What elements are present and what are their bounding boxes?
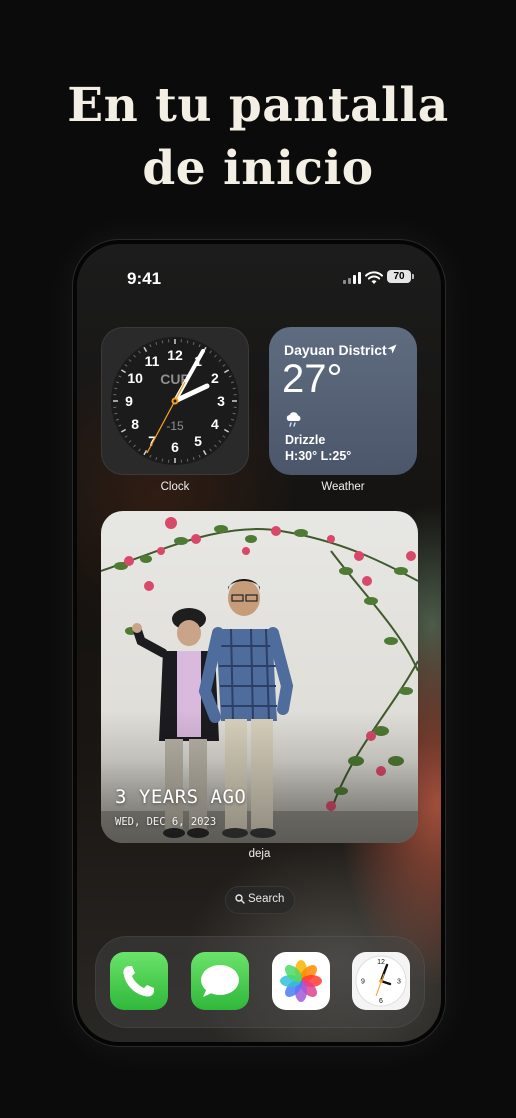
memory-photo-widget[interactable]: 3 YEARS AGO WED, DEC 6, 2023	[101, 511, 418, 843]
headline: En tu pantalla de inicio	[0, 74, 516, 200]
cellular-signal-icon	[343, 272, 361, 284]
weather-widget-label: Weather	[321, 481, 365, 493]
clock-numeral: 2	[211, 370, 219, 386]
clock-tick	[186, 458, 189, 462]
wifi-icon	[365, 271, 383, 284]
clock-numeral: 4	[211, 416, 219, 432]
headline-line-1: En tu pantalla	[67, 78, 449, 133]
clock-tick	[232, 412, 236, 415]
svg-text:9: 9	[361, 979, 365, 986]
home-screen: 9:41 70 121234567891011 CUP -15	[77, 244, 441, 1042]
clock-numeral: 9	[125, 393, 133, 409]
clock-tick	[114, 387, 118, 390]
spotlight-search-button[interactable]: Search	[225, 886, 295, 914]
svg-text:6: 6	[379, 998, 383, 1005]
phone-icon	[123, 966, 154, 997]
status-time: 9:41	[127, 269, 162, 288]
clock-numeral: 8	[131, 416, 139, 432]
svg-text:12: 12	[377, 959, 385, 966]
weather-condition: Drizzle	[285, 433, 326, 447]
search-icon	[235, 894, 245, 904]
clock-numeral: 7	[148, 433, 156, 449]
location-arrow-icon	[387, 344, 397, 354]
memory-title: 3 YEARS AGO	[115, 786, 247, 808]
weather-temperature: 27°	[282, 357, 343, 401]
dock-app-photos[interactable]	[272, 952, 330, 1010]
clock-numeral: 3	[217, 393, 225, 409]
clock-tick	[114, 412, 118, 415]
clock-tick	[161, 340, 164, 344]
drizzle-icon	[286, 412, 301, 427]
svg-text:3: 3	[397, 979, 401, 986]
clock-widget-label: Clock	[160, 481, 190, 493]
photo-widget-label: deja	[248, 848, 271, 860]
clock-numeral: 12	[167, 347, 183, 363]
clock-icon: 12 3 6 9	[355, 955, 407, 1007]
headline-line-2: de inicio	[142, 141, 374, 196]
memory-date: WED, DEC 6, 2023	[115, 816, 217, 828]
clock-numeral: 11	[145, 353, 160, 369]
clock-tick	[232, 387, 236, 390]
clock-numeral: 6	[171, 439, 179, 455]
clock-numeral: 10	[127, 370, 143, 386]
battery-indicator: 70	[387, 270, 411, 283]
dock-app-phone[interactable]	[110, 952, 168, 1010]
dock-app-messages[interactable]	[191, 952, 249, 1010]
dock: 12 3 6 9	[95, 936, 425, 1028]
weather-location: Dayuan District	[284, 342, 387, 358]
weather-widget[interactable]: Dayuan District 27° Drizzle H:30° L:25°	[269, 327, 417, 475]
phone-frame: 9:41 70 121234567891011 CUP -15	[73, 240, 445, 1046]
clock-tick	[186, 340, 189, 344]
weather-high-low: H:30° L:25°	[285, 449, 352, 463]
photos-icon	[280, 960, 322, 1002]
clock-offset-label: -15	[166, 419, 184, 433]
clock-numeral: 5	[194, 433, 202, 449]
messages-icon	[201, 965, 239, 997]
clock-widget[interactable]: 121234567891011 CUP -15	[101, 327, 249, 475]
search-label: Search	[248, 893, 285, 905]
battery-tip	[412, 274, 414, 279]
dock-app-clock[interactable]: 12 3 6 9	[352, 952, 410, 1010]
analog-clock-face: 121234567891011 CUP -15	[111, 337, 239, 465]
clock-tick	[161, 458, 164, 462]
